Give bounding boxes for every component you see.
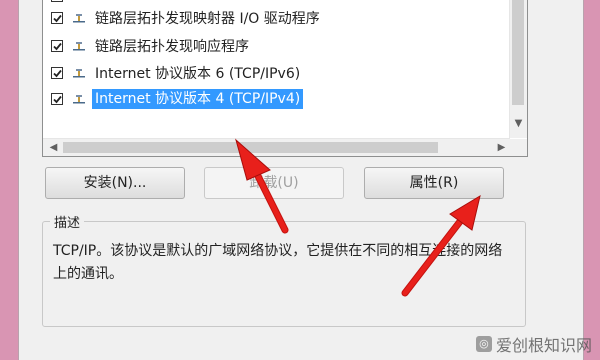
list-item-partial[interactable] (43, 0, 503, 8)
network-protocol-icon (73, 42, 85, 51)
watermark-logo-icon: ◎ (475, 336, 492, 352)
network-properties-dialog: 链路层拓扑发现映射器 I/O 驱动程序 链路层拓扑发现响应程序 Internet… (18, 0, 584, 360)
checkbox[interactable] (51, 0, 63, 2)
horizontal-scrollbar[interactable]: ◀ ▶ (43, 138, 510, 156)
list-item-label: 链路层拓扑发现响应程序 (95, 39, 249, 55)
components-list[interactable]: 链路层拓扑发现映射器 I/O 驱动程序 链路层拓扑发现响应程序 Internet… (42, 0, 528, 157)
horizontal-scroll-thumb[interactable] (63, 142, 438, 153)
list-item-label: 链路层拓扑发现映射器 I/O 驱动程序 (95, 11, 320, 27)
scroll-right-icon[interactable]: ▶ (493, 139, 510, 156)
vertical-scroll-thumb[interactable] (512, 0, 524, 105)
watermark: ◎ 爱创根知识网 (475, 332, 592, 356)
list-item[interactable]: 链路层拓扑发现响应程序 (43, 36, 503, 58)
list-item-label: Internet 协议版本 4 (TCP/IPv4) (92, 89, 304, 109)
network-protocol-icon (73, 14, 85, 23)
network-protocol-icon (73, 69, 85, 78)
description-text: TCP/IP。该协议是默认的广域网络协议，它提供在不同的相互连接的网络上的通讯。 (53, 243, 503, 282)
watermark-text: 爱创根知识网 (495, 336, 592, 355)
properties-button[interactable]: 属性(R) (364, 167, 504, 199)
scrollbar-corner (510, 139, 527, 156)
list-item-selected[interactable]: Internet 协议版本 4 (TCP/IPv4) (43, 89, 503, 111)
checkbox[interactable] (51, 40, 63, 52)
checkbox[interactable] (51, 93, 63, 105)
scroll-down-icon[interactable]: ▼ (510, 115, 527, 132)
list-item-label: Internet 协议版本 6 (TCP/IPv6) (95, 66, 301, 82)
list-item[interactable]: 链路层拓扑发现映射器 I/O 驱动程序 (43, 8, 503, 30)
list-item[interactable]: Internet 协议版本 6 (TCP/IPv6) (43, 63, 503, 85)
install-button[interactable]: 安装(N)... (45, 167, 185, 199)
checkbox[interactable] (51, 67, 63, 79)
checkbox[interactable] (51, 12, 63, 24)
network-protocol-icon (73, 95, 85, 104)
description-title: 描述 (50, 212, 85, 231)
description-group: 描述 TCP/IP。该协议是默认的广域网络协议，它提供在不同的相互连接的网络上的… (42, 212, 526, 327)
vertical-scrollbar[interactable]: ▼ (509, 0, 527, 138)
uninstall-button[interactable]: 卸载(U) (204, 167, 344, 199)
scroll-left-icon[interactable]: ◀ (45, 139, 62, 156)
